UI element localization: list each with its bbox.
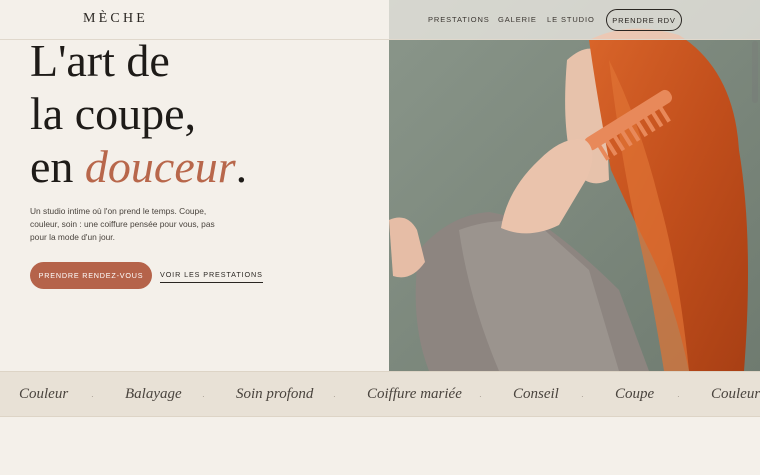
nav-item-galerie[interactable]: GALERIE: [498, 15, 537, 24]
nav-item-le-studio[interactable]: LE STUDIO: [547, 15, 595, 24]
marquee-separator: ·: [202, 392, 205, 401]
hero-photo: [389, 0, 760, 371]
marquee-item: Couleur: [711, 386, 760, 402]
marquee-separator: ·: [581, 392, 584, 401]
hero-title: L'art de la coupe, en douceur.: [30, 34, 247, 193]
marquee-item: Couleur: [19, 386, 69, 402]
services-marquee: Couleur · Balayage · Soin profond · Coif…: [0, 371, 760, 417]
view-services-link[interactable]: VOIR LES PRESTATIONS: [160, 270, 263, 283]
hero-title-line-1: L'art de: [30, 35, 170, 86]
hero-title-accent: douceur: [84, 141, 236, 192]
hero-title-line-3-prefix: en: [30, 141, 85, 192]
marquee-item: Balayage: [125, 386, 182, 402]
marquee-item: Soin profond: [236, 386, 314, 402]
hero-title-line-3-suffix: .: [235, 141, 248, 192]
marquee-item: Coupe: [615, 386, 655, 402]
hero-description: Un studio intime où l'on prend le temps.…: [30, 206, 215, 242]
marquee-item: Coiffure mariée: [367, 386, 462, 402]
nav-item-prestations[interactable]: PRESTATIONS: [428, 15, 490, 24]
marquee-separator: ·: [333, 392, 336, 401]
woman-combing-hair-image: [389, 0, 760, 371]
brand-logo[interactable]: MÈCHE: [83, 11, 148, 27]
scrollbar-thumb[interactable]: [752, 41, 758, 103]
book-appointment-button[interactable]: PRENDRE RENDEZ-VOUS: [30, 262, 152, 289]
marquee-separator: ·: [479, 392, 482, 401]
header-rdv-button[interactable]: PRENDRE RDV: [606, 9, 682, 31]
marquee-item: Conseil: [513, 386, 559, 402]
hero-title-line-2: la coupe,: [30, 88, 197, 139]
marquee-separator: ·: [91, 392, 94, 401]
marquee-separator: ·: [677, 392, 680, 401]
